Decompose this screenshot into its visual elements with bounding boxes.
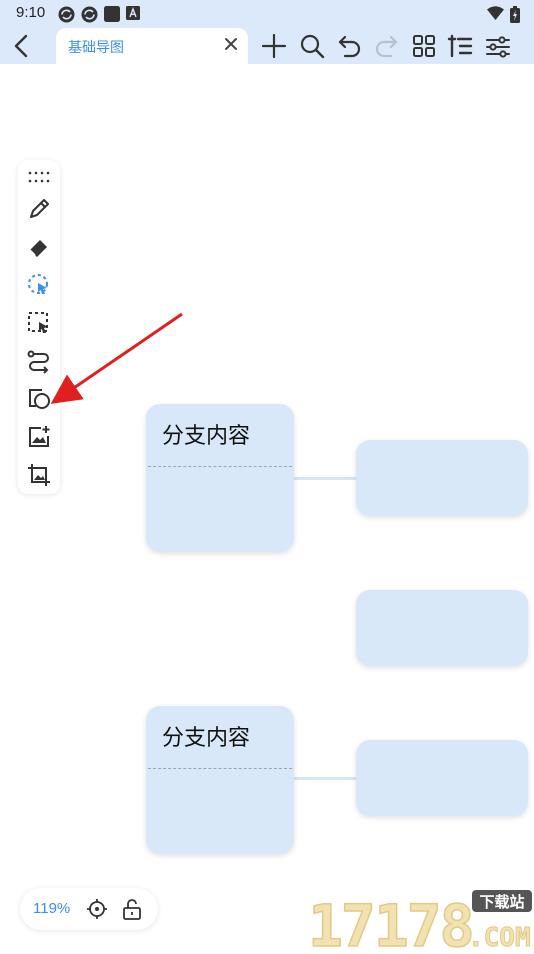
- pencil-icon[interactable]: [26, 196, 52, 222]
- branch-node[interactable]: 分支内容: [146, 404, 294, 552]
- locate-center-icon[interactable]: [86, 898, 108, 920]
- search-icon[interactable]: [298, 32, 326, 60]
- sub-node[interactable]: [356, 740, 528, 816]
- select-box-icon[interactable]: [26, 310, 52, 336]
- zoom-level[interactable]: 119%: [33, 900, 70, 917]
- redo-icon[interactable]: [372, 32, 400, 60]
- zoom-controls: 119%: [20, 888, 158, 930]
- grid-icon[interactable]: [410, 32, 438, 60]
- lasso-select-icon[interactable]: [26, 272, 52, 298]
- status-icons: [58, 6, 140, 23]
- tab-title: 基础导图: [68, 40, 124, 56]
- connector-line: [294, 477, 356, 480]
- more-dots-icon[interactable]: [26, 164, 52, 190]
- node-divider: [148, 466, 292, 467]
- settings-sliders-icon[interactable]: [484, 32, 512, 60]
- image-frame-icon[interactable]: [26, 462, 52, 488]
- app-toolbar: 基础导图: [0, 28, 534, 64]
- shape-icon[interactable]: [26, 386, 52, 412]
- square-icon: [104, 6, 120, 22]
- sub-node[interactable]: [356, 440, 528, 516]
- branch-node[interactable]: 分支内容: [146, 706, 294, 854]
- a-icon: [126, 6, 140, 20]
- add-icon[interactable]: [260, 32, 288, 60]
- insert-image-icon[interactable]: [26, 424, 52, 450]
- document-tab[interactable]: 基础导图: [56, 28, 248, 64]
- close-icon[interactable]: [222, 35, 240, 53]
- status-right-icons: [487, 6, 520, 23]
- status-time: 9:10: [16, 4, 46, 21]
- drawing-toolbar: [18, 160, 60, 494]
- connector-line: [294, 777, 356, 780]
- branch-node-label: 分支内容: [162, 424, 251, 449]
- sync-icon: [58, 6, 75, 23]
- svg-text:下载站: 下载站: [479, 893, 524, 911]
- eraser-icon[interactable]: [26, 234, 52, 260]
- svg-text:.COM: .COM: [468, 923, 531, 950]
- node-divider: [148, 768, 292, 769]
- sync-icon: [81, 6, 98, 23]
- battery-icon: [510, 6, 520, 23]
- sub-node[interactable]: [356, 590, 528, 666]
- watermark-graphic: 17178 下载站 .COM: [307, 890, 532, 954]
- undo-icon[interactable]: [336, 32, 364, 60]
- back-arrow-icon[interactable]: [8, 32, 36, 60]
- outline-icon[interactable]: [446, 32, 474, 60]
- svg-text:17178: 17178: [308, 892, 473, 950]
- wifi-icon: [487, 6, 504, 20]
- unlock-icon[interactable]: [121, 898, 143, 920]
- watermark-logo: 17178 下载站 .COM: [307, 886, 534, 954]
- status-bar: 9:10: [0, 0, 534, 28]
- branch-node-label: 分支内容: [162, 726, 251, 751]
- connector-icon[interactable]: [26, 348, 52, 374]
